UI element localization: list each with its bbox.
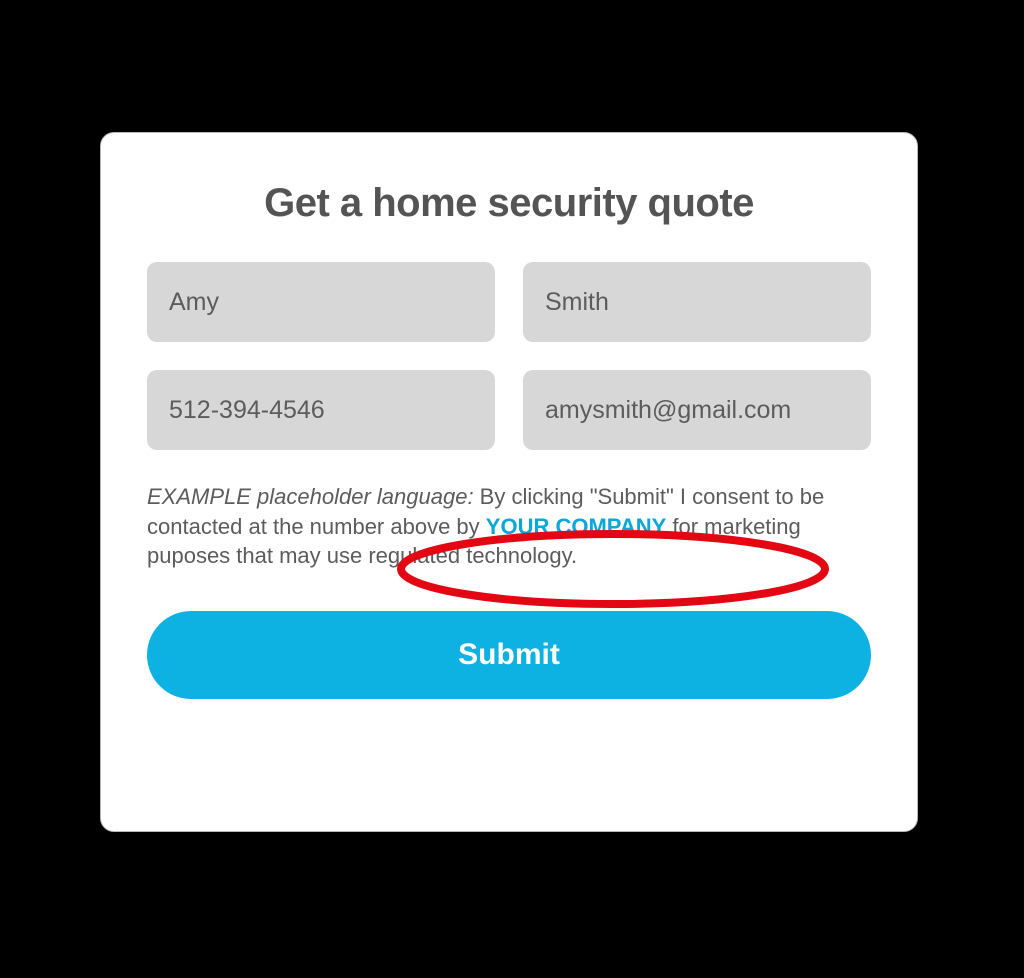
last-name-field[interactable] — [523, 262, 871, 342]
phone-field[interactable] — [147, 370, 495, 450]
quote-form-card: Get a home security quote EXAMPLE placeh… — [100, 132, 918, 832]
consent-lead: EXAMPLE placeholder language: — [147, 484, 474, 509]
email-field[interactable] — [523, 370, 871, 450]
fields-grid — [147, 262, 871, 450]
first-name-field[interactable] — [147, 262, 495, 342]
consent-text: EXAMPLE placeholder language: By clickin… — [147, 482, 871, 571]
submit-button[interactable]: Submit — [147, 611, 871, 699]
consent-company: YOUR COMPANY — [486, 514, 667, 539]
form-title: Get a home security quote — [147, 181, 871, 226]
